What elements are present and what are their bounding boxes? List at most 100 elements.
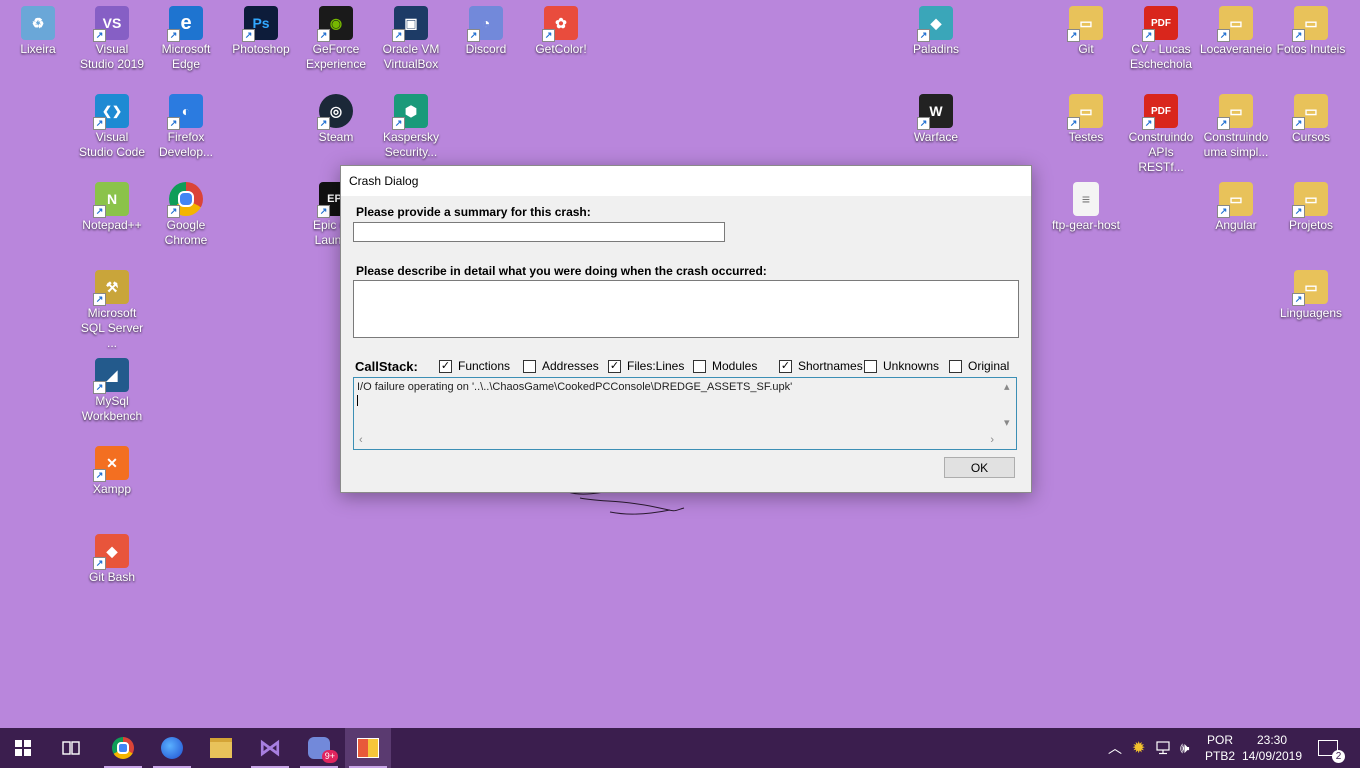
checkbox-box[interactable] [949,359,962,373]
desktop-icon-visual-studio-2019[interactable]: VS ↗ Visual Studio 2019 [74,6,150,72]
desktop-icon-testes[interactable]: ▭ ↗ Testes [1048,94,1124,145]
horizontal-scrollbar[interactable]: ‹ › [354,432,999,449]
desktop-icon-discord[interactable]: ◔ ↗ Discord [448,6,524,57]
firefox-icon [161,737,183,759]
desktop-icon-locaveraneio[interactable]: ▭ ↗ Locaveraneio [1198,6,1274,57]
desktop-icon-mysql-workbench[interactable]: ◢ ↗ MySql Workbench [74,358,150,424]
desktop-icon-projetos[interactable]: ▭ ↗ Projetos [1273,182,1349,233]
checkbox-unknowns[interactable]: Unknowns [864,359,939,373]
git-bash-icon: ◆ ↗ [93,534,129,570]
desktop-icon-virtualbox[interactable]: ▣ ↗ Oracle VM VirtualBox [373,6,449,72]
desktop-icon-git-bash[interactable]: ◆ ↗ Git Bash [74,534,150,585]
photoshop-icon: Ps ↗ [242,6,278,42]
desktop-icon-getcolor[interactable]: ✿ ↗ GetColor! [523,6,599,57]
desktop-icon-label: Linguagens [1279,306,1343,320]
checkbox-label: Files:Lines [627,359,685,373]
desktop-icon-warface[interactable]: W ↗ Warface [898,94,974,145]
desktop-icon-vscode[interactable]: ❮❯ ↗ Visual Studio Code [74,94,150,160]
desktop-icon-geforce-experience[interactable]: ◉ ↗ GeForce Experience [298,6,374,72]
desktop-icon-label: Firefox Develop... [158,130,214,159]
taskbar-firefox[interactable] [149,728,195,768]
network-icon [1156,741,1170,755]
firefox-dev-icon: ◐ ↗ [167,94,203,130]
desktop-icon-notepadpp[interactable]: N ↗ Notepad++ [74,182,150,233]
desktop-icon-label: GeForce Experience [305,42,367,71]
desktop-icon-label: Steam [318,130,354,144]
taskbar-file-explorer[interactable] [198,728,244,768]
desktop-icon-git[interactable]: ▭ ↗ Git [1048,6,1124,57]
tray-volume[interactable]: 🕪 [1180,728,1189,768]
desktop-icon-google-chrome[interactable]: ↗ Google Chrome [148,182,224,248]
scroll-left-icon[interactable]: ‹ [359,434,363,446]
taskbar-discord[interactable]: 9+ [296,728,342,768]
virtualbox-icon: ▣ ↗ [392,6,428,42]
folder-icon: ▭ ↗ [1292,182,1328,218]
desktop-icon-ftp-gear-host[interactable]: ≡ ftp-gear-host [1048,182,1124,233]
desktop-icon-sql-server[interactable]: ⚒ ↗ Microsoft SQL Server ... [74,270,150,351]
checkbox-files-lines[interactable]: ✓ Files:Lines [608,359,684,373]
start-button[interactable] [0,728,46,768]
desktop-icon-cursos[interactable]: ▭ ↗ Cursos [1273,94,1349,145]
checkbox-addresses[interactable]: Addresses [523,359,599,373]
checkbox-shortnames[interactable]: ✓ Shortnames [779,359,863,373]
desktop-icon-paladins[interactable]: ◆ ↗ Paladins [898,6,974,57]
vertical-scrollbar[interactable]: ▴ ▾ [999,378,1016,432]
desktop-icon-kaspersky[interactable]: ⬢ ↗ Kaspersky Security... [373,94,449,160]
desktop-icon-xampp[interactable]: ✕ ↗ Xampp [74,446,150,497]
desktop-icon-label: GetColor! [535,42,587,56]
pdf-icon: PDF ↗ [1142,6,1178,42]
desktop-icon-firefox-dev[interactable]: ◐ ↗ Firefox Develop... [148,94,224,160]
notification-count: 2 [1332,750,1345,763]
checkbox-original[interactable]: Original [949,359,1009,373]
desktop-icon-cv[interactable]: PDF ↗ CV - Lucas Eschechola [1123,6,1199,72]
ok-button[interactable]: OK [944,457,1015,478]
tray-network[interactable] [1156,728,1174,768]
desktop-icon-lixeira[interactable]: ♻ Lixeira [0,6,76,57]
desktop-icon-steam[interactable]: ◎ ↗ Steam [298,94,374,145]
desktop-icon-construindo-simpl[interactable]: ▭ ↗ Construindo uma simpl... [1198,94,1274,160]
checkbox-box[interactable] [864,359,877,373]
desktop-icon-fotos-inuteis[interactable]: ▭ ↗ Fotos Inuteis [1273,6,1349,57]
mysql-workbench-icon: ◢ ↗ [93,358,129,394]
desktop-icon-label: Angular [1215,218,1257,232]
show-hidden-icons[interactable]: ︿ [1108,728,1122,768]
callstack-label: CallStack: [355,359,418,374]
scroll-up-icon[interactable]: ▴ [1004,380,1010,393]
scroll-down-icon[interactable]: ▾ [1004,416,1010,429]
detail-textarea[interactable] [353,280,1019,338]
desktop-icon-label: MySql Workbench [81,394,143,423]
desktop-icon-label: Microsoft Edge [161,42,211,71]
text-caret [357,395,358,406]
checkbox-box[interactable] [693,359,706,373]
visual-studio-icon: ⋈ [259,735,281,760]
action-center-button[interactable]: 2 [1318,728,1345,768]
desktop-icon-construindo-apis[interactable]: PDF ↗ Construindo APIs RESTf... [1123,94,1199,175]
detail-label: Please describe in detail what you were … [356,264,767,278]
taskbar-visual-studio[interactable]: ⋈ [247,728,293,768]
desktop-icon-microsoft-edge[interactable]: e ↗ Microsoft Edge [148,6,224,72]
desktop-icon-label: Projetos [1288,218,1334,232]
callstack-options: CallStack: ✓ Functions Addresses ✓ Files:L… [355,359,1019,375]
scroll-right-icon[interactable]: › [990,434,994,446]
checkbox-box[interactable] [523,359,536,373]
tray-bug-icon[interactable]: ✹ [1132,728,1145,768]
system-clock[interactable]: 23:30 14/09/2019 [1240,732,1304,764]
checkbox-box[interactable]: ✓ [439,359,452,373]
folder-icon: ▭ ↗ [1292,6,1328,42]
taskbar-crash-app[interactable] [345,728,391,768]
pdf-icon: PDF ↗ [1142,94,1178,130]
speaker-icon: 🕪 [1180,739,1190,757]
visual-studio-icon: VS ↗ [93,6,129,42]
checkbox-modules[interactable]: Modules [693,359,757,373]
desktop-icon-photoshop[interactable]: Ps ↗ Photoshop [223,6,299,57]
input-language[interactable]: POR PTB2 [1200,732,1240,764]
checkbox-box[interactable]: ✓ [779,359,792,373]
desktop-icon-linguagens[interactable]: ▭ ↗ Linguagens [1273,270,1349,321]
callstack-textbox[interactable]: I/O failure operating on '..\..\ChaosGam… [353,377,1017,450]
taskbar-chrome[interactable] [100,728,146,768]
checkbox-box[interactable]: ✓ [608,359,621,373]
checkbox-functions[interactable]: ✓ Functions [439,359,510,373]
desktop-icon-angular[interactable]: ▭ ↗ Angular [1198,182,1274,233]
summary-input[interactable] [353,222,725,242]
task-view-button[interactable] [48,728,94,768]
